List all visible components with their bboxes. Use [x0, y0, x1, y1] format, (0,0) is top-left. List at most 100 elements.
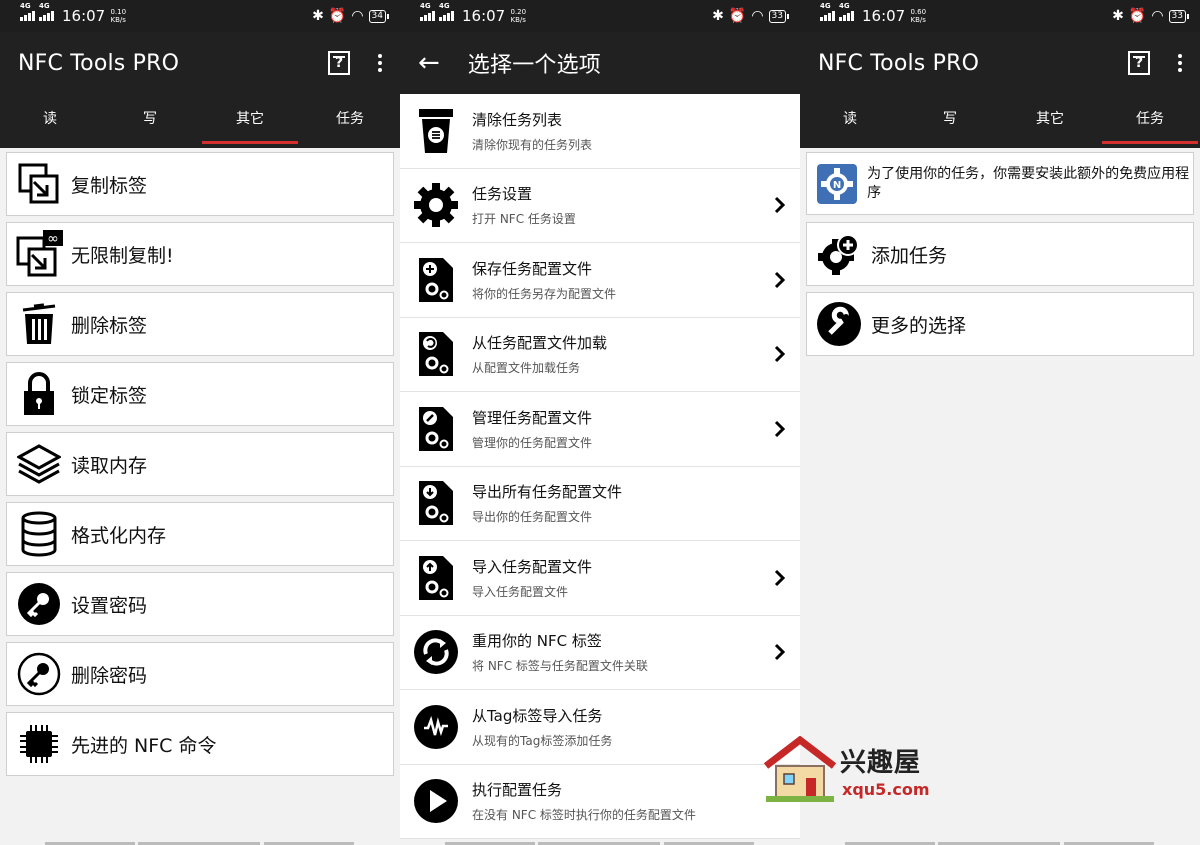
item-title: 保存任务配置文件: [472, 259, 593, 278]
item-label: 先进的 NFC 命令: [71, 734, 217, 757]
chevron-right-icon: [760, 643, 800, 661]
status-time: 16:07: [862, 7, 906, 25]
import-task-from-tag-item[interactable]: 从Tag标签导入任务 从现有的Tag标签添加任务: [400, 690, 800, 765]
item-title: 导出所有任务配置文件: [472, 483, 623, 502]
tab-other[interactable]: 其它: [1000, 94, 1100, 148]
options-list: 清除任务列表清除你现有的任务列表 任务设置 打开 NFC 任务设置 保存任务配置文…: [400, 94, 800, 839]
item-label: 读取内存: [71, 454, 148, 477]
panel-task-options: 4G 4G 16:07 0.20 KB/s ✱ ⏰ ◠ 33 ← 选择一个选项 清…: [400, 0, 800, 845]
chevron-right-icon: [760, 569, 800, 587]
manage-task-profile-item[interactable]: 管理任务配置文件 管理你的任务配置文件: [400, 392, 800, 467]
svg-text:∞: ∞: [47, 231, 59, 247]
item-title: 清除任务列表: [472, 110, 563, 129]
database-icon: [7, 502, 71, 566]
item-subtitle: 从配置文件加载任务: [472, 361, 581, 376]
copy-tag-item[interactable]: 复制标签: [6, 152, 394, 216]
gear-icon: [400, 168, 472, 242]
item-title: 重用你的 NFC 标签: [472, 632, 602, 651]
item-title: 导入任务配置文件: [472, 557, 593, 576]
add-task-item[interactable]: 添加任务: [806, 222, 1194, 286]
more-options-item[interactable]: 更多的选择: [806, 292, 1194, 356]
manage-profile-icon: [400, 392, 472, 466]
tab-read[interactable]: 读: [800, 94, 900, 148]
item-label: 无限制复制!: [71, 244, 174, 267]
task-settings-item[interactable]: 任务设置 打开 NFC 任务设置: [400, 168, 800, 243]
load-profile-icon: [400, 317, 472, 391]
item-subtitle: 清除你现有的任务列表: [472, 137, 593, 152]
app-bar: ← 选择一个选项: [400, 32, 800, 94]
signal-icon: 4G: [20, 2, 35, 21]
site-watermark: 兴趣屋 xqu5.com: [762, 735, 942, 806]
svg-text:N: N: [833, 180, 841, 191]
app-title: NFC Tools PRO: [818, 50, 980, 76]
delete-password-item[interactable]: 删除密码: [6, 642, 394, 706]
watermark-en: xqu5.com: [842, 780, 930, 799]
tab-write[interactable]: 写: [900, 94, 1000, 148]
signal-icon: 4G: [839, 2, 854, 21]
network-speed: 0.20 KB/s: [510, 8, 527, 24]
clear-task-list-item[interactable]: 清除任务列表清除你现有的任务列表: [400, 94, 800, 169]
item-label: 添加任务: [871, 244, 948, 267]
delete-tag-item[interactable]: 删除标签: [6, 292, 394, 356]
panel-tasks: 4G 4G 16:07 0.60 KB/s ✱ ⏰ ◠ 33 NFC Tools …: [800, 0, 1200, 845]
set-password-item[interactable]: 设置密码: [6, 572, 394, 636]
tab-tasks[interactable]: 任务: [300, 94, 400, 148]
add-task-icon: [807, 222, 871, 286]
alarm-icon: ⏰: [328, 8, 347, 24]
execute-profile-task-item[interactable]: 执行配置任务 在没有 NFC 标签时执行你的任务配置文件: [400, 764, 800, 839]
read-memory-item[interactable]: 读取内存: [6, 432, 394, 496]
item-label: 删除标签: [71, 314, 148, 337]
item-subtitle: 打开 NFC 任务设置: [472, 212, 576, 227]
item-title: 从Tag标签导入任务: [472, 706, 603, 725]
item-label: 复制标签: [71, 174, 148, 197]
back-arrow-icon[interactable]: ←: [418, 50, 440, 76]
lock-tag-item[interactable]: 锁定标签: [6, 362, 394, 426]
save-task-profile-item[interactable]: 保存任务配置文件 将你的任务另存为配置文件: [400, 243, 800, 318]
item-subtitle: 导出你的任务配置文件: [472, 510, 593, 525]
network-speed: 0.10 KB/s: [110, 8, 127, 24]
app-bar: NFC Tools PRO ?: [800, 32, 1200, 94]
status-bar: 4G 4G 16:07 0.10 KB/s ✱ ⏰ ◠ 34: [0, 0, 400, 32]
help-icon[interactable]: ?: [328, 51, 350, 75]
tab-write[interactable]: 写: [100, 94, 200, 148]
reuse-nfc-tag-item[interactable]: 重用你的 NFC 标签将 NFC 标签与任务配置文件关联: [400, 615, 800, 690]
install-tasks-app-notice[interactable]: N 为了使用你的任务，你需要安装此额外的免费应用程序: [806, 152, 1194, 215]
tab-other[interactable]: 其它: [200, 94, 300, 148]
export-task-profiles-item[interactable]: 导出所有任务配置文件导出你的任务配置文件: [400, 466, 800, 541]
import-task-profile-item[interactable]: 导入任务配置文件 导入任务配置文件: [400, 541, 800, 616]
status-bar: 4G 4G 16:07 0.20 KB/s ✱ ⏰ ◠ 33: [400, 0, 800, 32]
item-title: 从任务配置文件加载: [472, 334, 608, 353]
overflow-menu-icon[interactable]: [378, 54, 382, 72]
import-profile-icon: [400, 541, 472, 615]
help-icon[interactable]: ?: [1128, 51, 1150, 75]
play-icon: [400, 764, 472, 838]
status-time: 16:07: [462, 7, 506, 25]
key-outline-icon: [7, 642, 71, 706]
chevron-right-icon: [760, 271, 800, 289]
signal-icon: 4G: [439, 2, 454, 21]
chevron-right-icon: [760, 420, 800, 438]
tab-read[interactable]: 读: [0, 94, 100, 148]
signal-icon: 4G: [420, 2, 435, 21]
app-bar: NFC Tools PRO ?: [0, 32, 400, 94]
tab-tasks[interactable]: 任务: [1100, 94, 1200, 148]
status-time: 16:07: [62, 7, 106, 25]
unlimited-copy-icon: ∞: [7, 222, 71, 286]
item-title: 执行配置任务: [472, 781, 563, 800]
tab-bar: 读 写 其它 任务: [800, 94, 1200, 148]
export-profile-icon: [400, 466, 472, 540]
advanced-nfc-commands-item[interactable]: 先进的 NFC 命令: [6, 712, 394, 776]
bluetooth-icon: ✱: [712, 8, 724, 24]
signal-icon: 4G: [39, 2, 54, 21]
format-memory-item[interactable]: 格式化内存: [6, 502, 394, 566]
load-task-profile-item[interactable]: 从任务配置文件加载从配置文件加载任务: [400, 317, 800, 392]
unlimited-copy-item[interactable]: ∞ 无限制复制!: [6, 222, 394, 286]
panel-other-tools: 4G 4G 16:07 0.10 KB/s ✱ ⏰ ◠ 34 NFC Tools …: [0, 0, 400, 845]
clear-list-icon: [400, 94, 472, 168]
status-bar: 4G 4G 16:07 0.60 KB/s ✱ ⏰ ◠ 33: [800, 0, 1200, 32]
battery-icon: 33: [768, 9, 790, 23]
reuse-tag-icon: [400, 615, 472, 689]
item-label: 更多的选择: [871, 314, 967, 337]
overflow-menu-icon[interactable]: [1178, 54, 1182, 72]
bluetooth-icon: ✱: [312, 8, 324, 24]
